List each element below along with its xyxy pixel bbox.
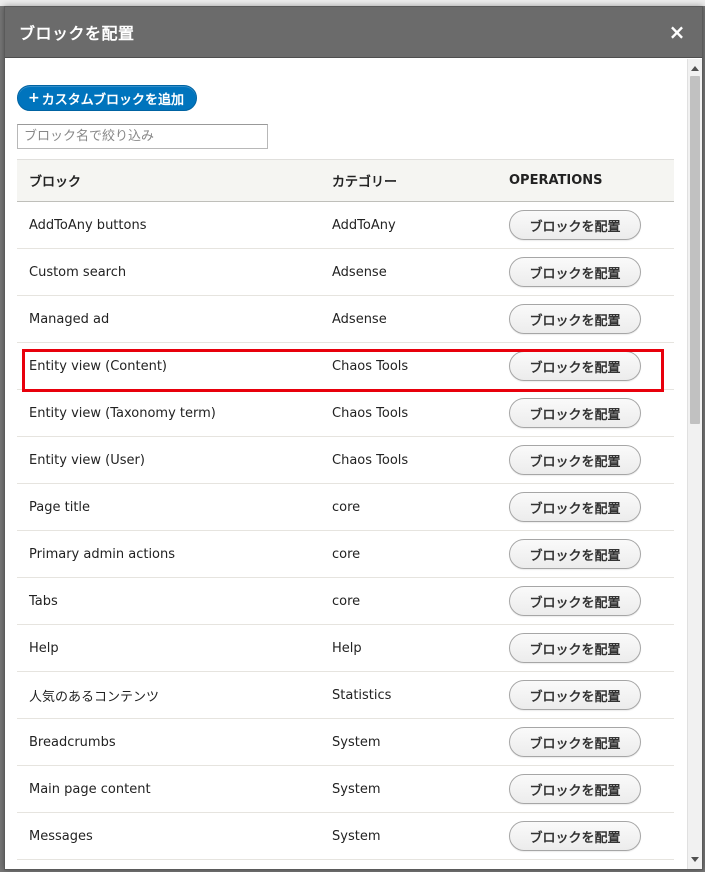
row-operations: ブロックを配置 [497, 624, 674, 672]
place-block-button[interactable]: ブロックを配置 [509, 633, 641, 663]
place-block-button[interactable]: ブロックを配置 [509, 210, 641, 240]
table-row: Entity view (Taxonomy term) Chaos Tools … [17, 389, 674, 437]
row-block-name: Entity view (Content) [17, 342, 320, 390]
add-custom-block-button[interactable]: + カスタムブロックを追加 [17, 85, 197, 111]
table-row: Breadcrumbs System ブロックを配置 [17, 718, 674, 766]
row-block-name: 人気のあるコンテンツ [17, 671, 320, 719]
row-category: Help [320, 624, 497, 672]
row-block-name: Tabs [17, 577, 320, 625]
scrollbar-thumb[interactable] [690, 76, 700, 424]
plus-icon: + [28, 90, 40, 106]
place-block-button[interactable]: ブロックを配置 [509, 257, 641, 287]
table-row: Main page content System ブロックを配置 [17, 765, 674, 813]
place-block-button[interactable]: ブロックを配置 [509, 727, 641, 757]
row-block-name: Messages [17, 812, 320, 860]
close-icon[interactable]: × [666, 20, 688, 44]
row-category: System [320, 718, 497, 766]
row-operations: ブロックを配置 [497, 812, 674, 860]
row-category: System [320, 765, 497, 813]
scroll-up-arrow-icon[interactable] [688, 61, 702, 76]
row-category: core [320, 577, 497, 625]
row-block-name: Help [17, 624, 320, 672]
row-category: core [320, 530, 497, 578]
row-category: Chaos Tools [320, 342, 497, 390]
row-category: Adsense [320, 248, 497, 296]
table-row: Entity view (User) Chaos Tools ブロックを配置 [17, 436, 674, 484]
row-operations: ブロックを配置 [497, 342, 674, 390]
row-operations: ブロックを配置 [497, 765, 674, 813]
row-operations: ブロックを配置 [497, 295, 674, 343]
header-operations: OPERATIONS [497, 159, 674, 202]
header-block: ブロック [17, 159, 320, 202]
table-row: Tabs core ブロックを配置 [17, 577, 674, 625]
row-block-name: Breadcrumbs [17, 718, 320, 766]
row-category: Adsense [320, 295, 497, 343]
place-block-button[interactable]: ブロックを配置 [509, 304, 641, 334]
place-block-button[interactable]: ブロックを配置 [509, 539, 641, 569]
table-row: 人気のあるコンテンツ Statistics ブロックを配置 [17, 671, 674, 719]
table-row: Managed ad Adsense ブロックを配置 [17, 295, 674, 343]
row-block-name: Managed ad [17, 295, 320, 343]
table-row: Primary admin actions core ブロックを配置 [17, 530, 674, 578]
scroll-down-arrow-icon[interactable] [688, 852, 702, 867]
row-operations: ブロックを配置 [497, 483, 674, 531]
table-row: Messages System ブロックを配置 [17, 812, 674, 860]
row-block-name: Entity view (User) [17, 436, 320, 484]
block-filter-input[interactable] [17, 124, 268, 149]
dialog-titlebar: ブロックを配置 × [5, 7, 702, 58]
row-category: System [320, 812, 497, 860]
row-block-name: Custom search [17, 248, 320, 296]
dialog-content: + カスタムブロックを追加 ブロック カテゴリー OPERATIONS AddT… [5, 59, 687, 869]
place-block-button[interactable]: ブロックを配置 [509, 774, 641, 804]
row-block-name: AddToAny buttons [17, 201, 320, 249]
block-table: ブロック カテゴリー OPERATIONS AddToAny buttons A… [17, 159, 674, 860]
row-operations: ブロックを配置 [497, 436, 674, 484]
add-custom-block-label: カスタムブロックを追加 [41, 92, 184, 108]
place-block-button[interactable]: ブロックを配置 [509, 492, 641, 522]
row-category: AddToAny [320, 201, 497, 249]
row-category: Chaos Tools [320, 389, 497, 437]
row-block-name: Main page content [17, 765, 320, 813]
row-operations: ブロックを配置 [497, 248, 674, 296]
place-block-button[interactable]: ブロックを配置 [509, 445, 641, 475]
dialog-title: ブロックを配置 [19, 24, 135, 43]
table-row: Help Help ブロックを配置 [17, 624, 674, 672]
table-row: AddToAny buttons AddToAny ブロックを配置 [17, 201, 674, 249]
row-operations: ブロックを配置 [497, 201, 674, 249]
row-operations: ブロックを配置 [497, 530, 674, 578]
table-header-row: ブロック カテゴリー OPERATIONS [17, 159, 674, 202]
row-category: Statistics [320, 671, 497, 719]
place-block-button[interactable]: ブロックを配置 [509, 680, 641, 710]
place-block-dialog: ブロックを配置 × + カスタムブロックを追加 ブロック カテゴリー OPERA… [4, 6, 703, 870]
row-operations: ブロックを配置 [497, 389, 674, 437]
table-row: Custom search Adsense ブロックを配置 [17, 248, 674, 296]
place-block-button[interactable]: ブロックを配置 [509, 821, 641, 851]
place-block-button[interactable]: ブロックを配置 [509, 586, 641, 616]
row-category: core [320, 483, 497, 531]
row-operations: ブロックを配置 [497, 577, 674, 625]
header-category: カテゴリー [320, 159, 497, 202]
place-block-button[interactable]: ブロックを配置 [509, 398, 641, 428]
row-operations: ブロックを配置 [497, 718, 674, 766]
place-block-button[interactable]: ブロックを配置 [509, 351, 641, 381]
table-row: Entity view (Content) Chaos Tools ブロックを配… [17, 342, 674, 390]
row-operations: ブロックを配置 [497, 671, 674, 719]
table-row: Page title core ブロックを配置 [17, 483, 674, 531]
row-block-name: Primary admin actions [17, 530, 320, 578]
row-block-name: Entity view (Taxonomy term) [17, 389, 320, 437]
row-block-name: Page title [17, 483, 320, 531]
row-category: Chaos Tools [320, 436, 497, 484]
vertical-scrollbar[interactable] [687, 59, 702, 869]
